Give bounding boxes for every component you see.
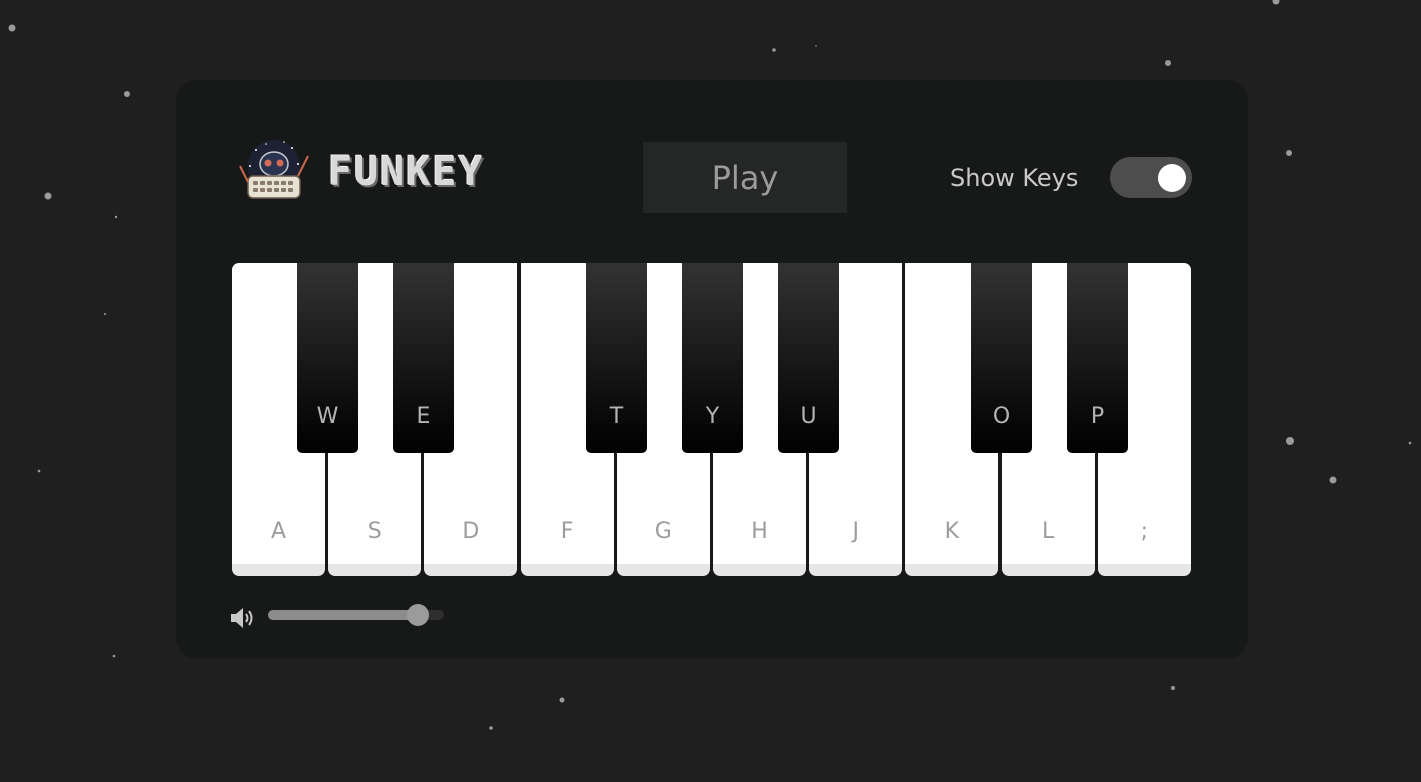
black-key-label: P: [1090, 404, 1105, 429]
black-key[interactable]: P: [1067, 263, 1128, 453]
black-key[interactable]: W: [297, 263, 358, 453]
piano-panel: FUNKEY Play Show Keys A S D F G H J K L; W E T Y U O P: [176, 80, 1248, 659]
speaker-volume-icon: [231, 608, 253, 628]
white-key-label: S: [367, 519, 382, 544]
white-key-label: J: [852, 519, 859, 544]
volume-slider[interactable]: [268, 604, 444, 626]
toggle-knob: [1158, 164, 1186, 192]
black-key-label: W: [316, 404, 339, 429]
black-key-label: O: [992, 404, 1011, 429]
black-key[interactable]: U: [778, 263, 839, 453]
white-key-label: L: [1041, 519, 1055, 544]
white-key-label: F: [560, 519, 574, 544]
black-key-label: U: [800, 404, 817, 429]
white-key-label: H: [751, 519, 768, 544]
volume-fill: [268, 610, 418, 620]
black-key[interactable]: Y: [682, 263, 743, 453]
black-key[interactable]: O: [971, 263, 1032, 453]
piano-keyboard: A S D F G H J K L; W E T Y U O P: [232, 263, 1193, 577]
white-key-label: ;: [1140, 519, 1148, 544]
app-root: FUNKEY Play Show Keys A S D F G H J K L; W E T Y U O P: [0, 0, 1421, 782]
play-button[interactable]: Play: [643, 142, 847, 213]
black-key[interactable]: E: [393, 263, 454, 453]
black-key-label: E: [416, 404, 431, 429]
white-key-label: K: [944, 519, 960, 544]
black-key-label: T: [609, 404, 624, 429]
black-key[interactable]: T: [586, 263, 647, 453]
brand-logo: FUNKEY: [236, 136, 546, 208]
robot-typewriter-logo-icon: [239, 140, 309, 199]
show-keys-label: Show Keys: [950, 164, 1079, 192]
white-key-label: G: [654, 519, 672, 544]
black-key-label: Y: [705, 404, 720, 429]
volume-thumb[interactable]: [406, 604, 429, 626]
show-keys-toggle[interactable]: [1110, 157, 1192, 198]
brand-wordmark: FUNKEY: [328, 149, 485, 195]
white-key-label: D: [462, 519, 480, 544]
white-key-label: A: [270, 519, 287, 544]
